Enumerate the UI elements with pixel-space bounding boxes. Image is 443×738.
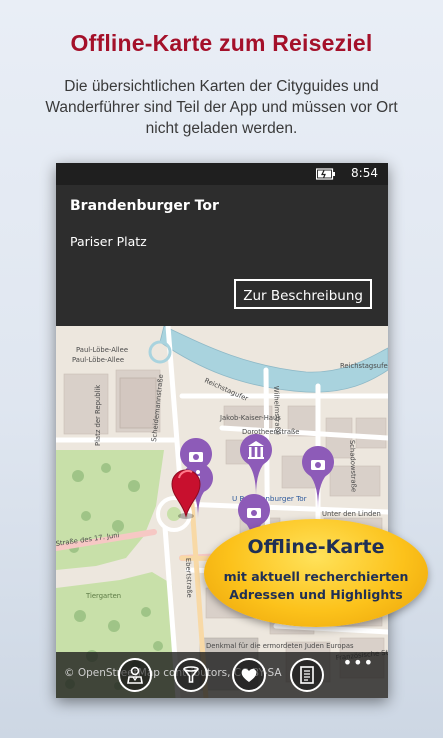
app-bar: © OpenStreetMap contributors, CC-BY-SA •… (56, 652, 388, 698)
more-menu-button[interactable]: ••• (343, 653, 374, 672)
heart-icon (241, 668, 257, 682)
battery-charging-icon (316, 168, 335, 180)
badge-line-2: Adressen und Highlights (229, 587, 403, 602)
badge-line-1: mit aktuell recherchierten (223, 569, 409, 584)
person-icon (127, 666, 143, 684)
map-canvas[interactable]: Paul-Löbe-Allee Paul-Löbe-Allee Platz de… (56, 326, 388, 698)
map-label: Paul-Löbe-Allee (72, 356, 124, 364)
status-bar: 8:54 (56, 163, 388, 185)
status-time: 8:54 (351, 166, 378, 180)
place-info-panel: Brandenburger Tor Pariser Platz Zur Besc… (56, 185, 388, 326)
promo-headline: Offline-Karte zum Reiseziel (70, 30, 373, 56)
notes-icon (300, 666, 314, 684)
filter-icon (183, 666, 199, 683)
map-label: Reichstagsufer (340, 362, 388, 370)
map-label: Jakob-Kaiser-Haus (219, 414, 281, 422)
map-label: Ebertstraße (184, 558, 193, 598)
notes-button[interactable] (290, 658, 324, 692)
map-label: Dorotheenstraße (242, 428, 299, 436)
map-label: Denkmal für die ermordeten Juden Europas (206, 642, 354, 650)
offline-map-badge: Offline-Karte mit aktuell recherchierten… (204, 519, 428, 627)
description-button[interactable]: Zur Beschreibung (234, 279, 372, 309)
promo-description: Die übersichtlichen Karten der Cityguide… (45, 78, 398, 137)
place-subtitle: Pariser Platz (70, 234, 147, 249)
badge-title: Offline-Karte (247, 536, 385, 558)
map-label: Tiergarten (85, 592, 121, 600)
map-label: Platz der Republik (94, 385, 102, 446)
map-label: Unter den Linden (322, 510, 381, 518)
offline-map[interactable]: Paul-Löbe-Allee Paul-Löbe-Allee Platz de… (56, 326, 388, 698)
map-label: Paul-Löbe-Allee (76, 346, 128, 354)
filter-button[interactable] (174, 658, 208, 692)
place-title: Brandenburger Tor (70, 198, 219, 214)
person-button[interactable] (118, 658, 152, 692)
favorites-button[interactable] (232, 658, 266, 692)
